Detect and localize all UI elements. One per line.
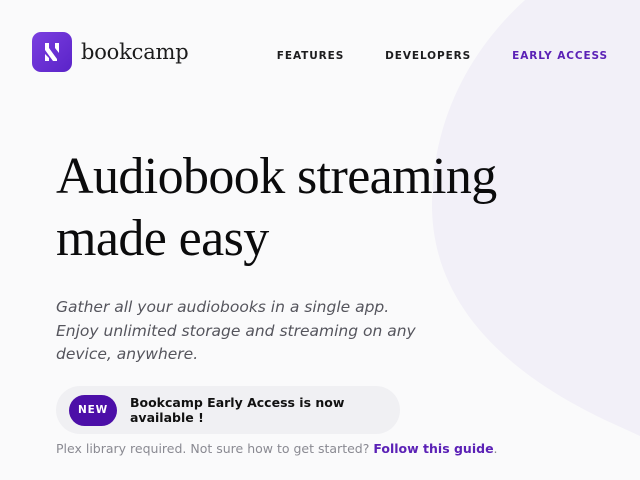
follow-guide-link[interactable]: Follow this guide [373, 441, 493, 456]
footnote-text: Plex library required. Not sure how to g… [56, 441, 370, 456]
hero-subtitle: Gather all your audiobooks in a single a… [56, 298, 416, 363]
nav-features[interactable]: FEATURES [277, 50, 344, 62]
landing-page: bookcamp FEATURES DEVELOPERS EARLY ACCES… [0, 0, 640, 480]
bookcamp-logo-icon [32, 32, 72, 72]
footnote-period: . [493, 441, 498, 456]
new-badge: NEW [69, 394, 117, 426]
hero-title-line1: Audiobook streaming [56, 148, 497, 205]
brand-logo[interactable]: bookcamp [32, 32, 189, 72]
hero-title: Audiobook streaming made easy [56, 146, 616, 270]
nav-early-access[interactable]: EARLY ACCESS [512, 50, 608, 62]
announcement-pill[interactable]: NEW Bookcamp Early Access is now availab… [56, 386, 400, 434]
nav-developers[interactable]: DEVELOPERS [385, 50, 471, 62]
hero-title-line2: made easy [56, 210, 269, 267]
top-nav: FEATURES DEVELOPERS EARLY ACCESS [236, 50, 608, 62]
brand-name: bookcamp [81, 40, 189, 64]
footnote: Plex library required. Not sure how to g… [56, 441, 498, 456]
announcement-text: Bookcamp Early Access is now available ! [129, 395, 345, 425]
